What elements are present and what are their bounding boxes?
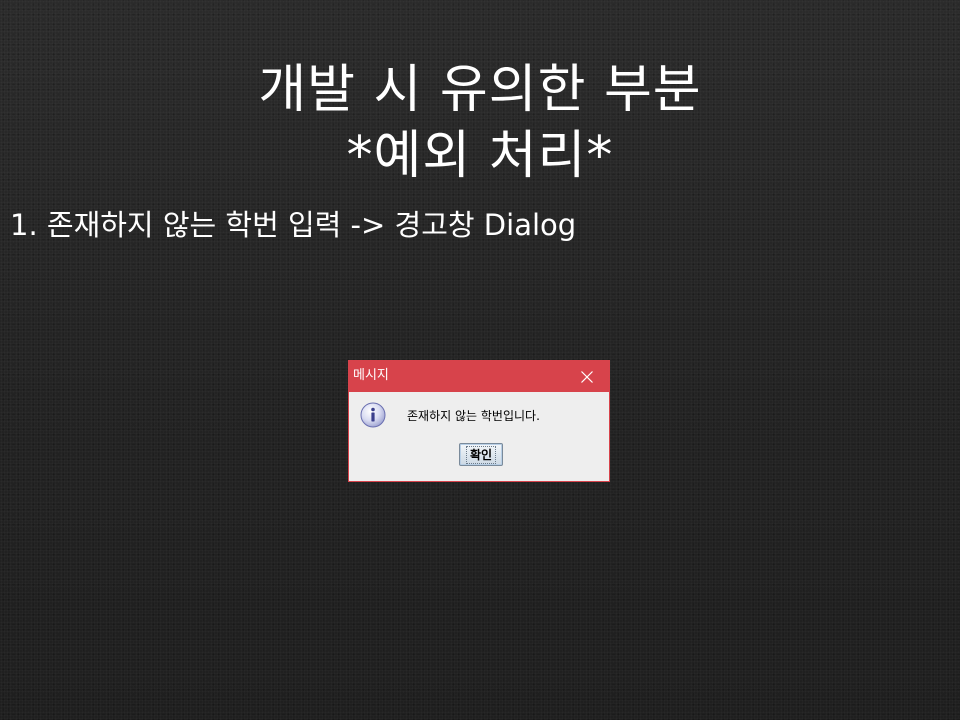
close-icon xyxy=(581,370,593,383)
dialog-message: 존재하지 않는 학번입니다. xyxy=(407,409,540,423)
ok-button[interactable]: 확인 xyxy=(459,443,503,466)
dialog-body: 존재하지 않는 학번입니다. 확인 xyxy=(349,392,609,481)
ok-button-label: 확인 xyxy=(465,445,497,464)
close-button[interactable] xyxy=(565,361,609,392)
bullet-item: 1. 존재하지 않는 학번 입력 -> 경고창 Dialog xyxy=(10,208,577,242)
slide: 개발 시 유의한 부분 *예외 처리* 1. 존재하지 않는 학번 입력 -> … xyxy=(0,0,960,720)
info-icon xyxy=(360,402,386,428)
slide-title-line1: 개발 시 유의한 부분 xyxy=(258,60,702,120)
dialog-titlebar[interactable]: 메시지 xyxy=(349,361,609,392)
message-dialog: 메시지 존재하지 않는 학번입니다. 확인 xyxy=(348,360,610,482)
slide-title-line2: *예외 처리* xyxy=(346,126,614,186)
dialog-title: 메시지 xyxy=(353,368,389,383)
